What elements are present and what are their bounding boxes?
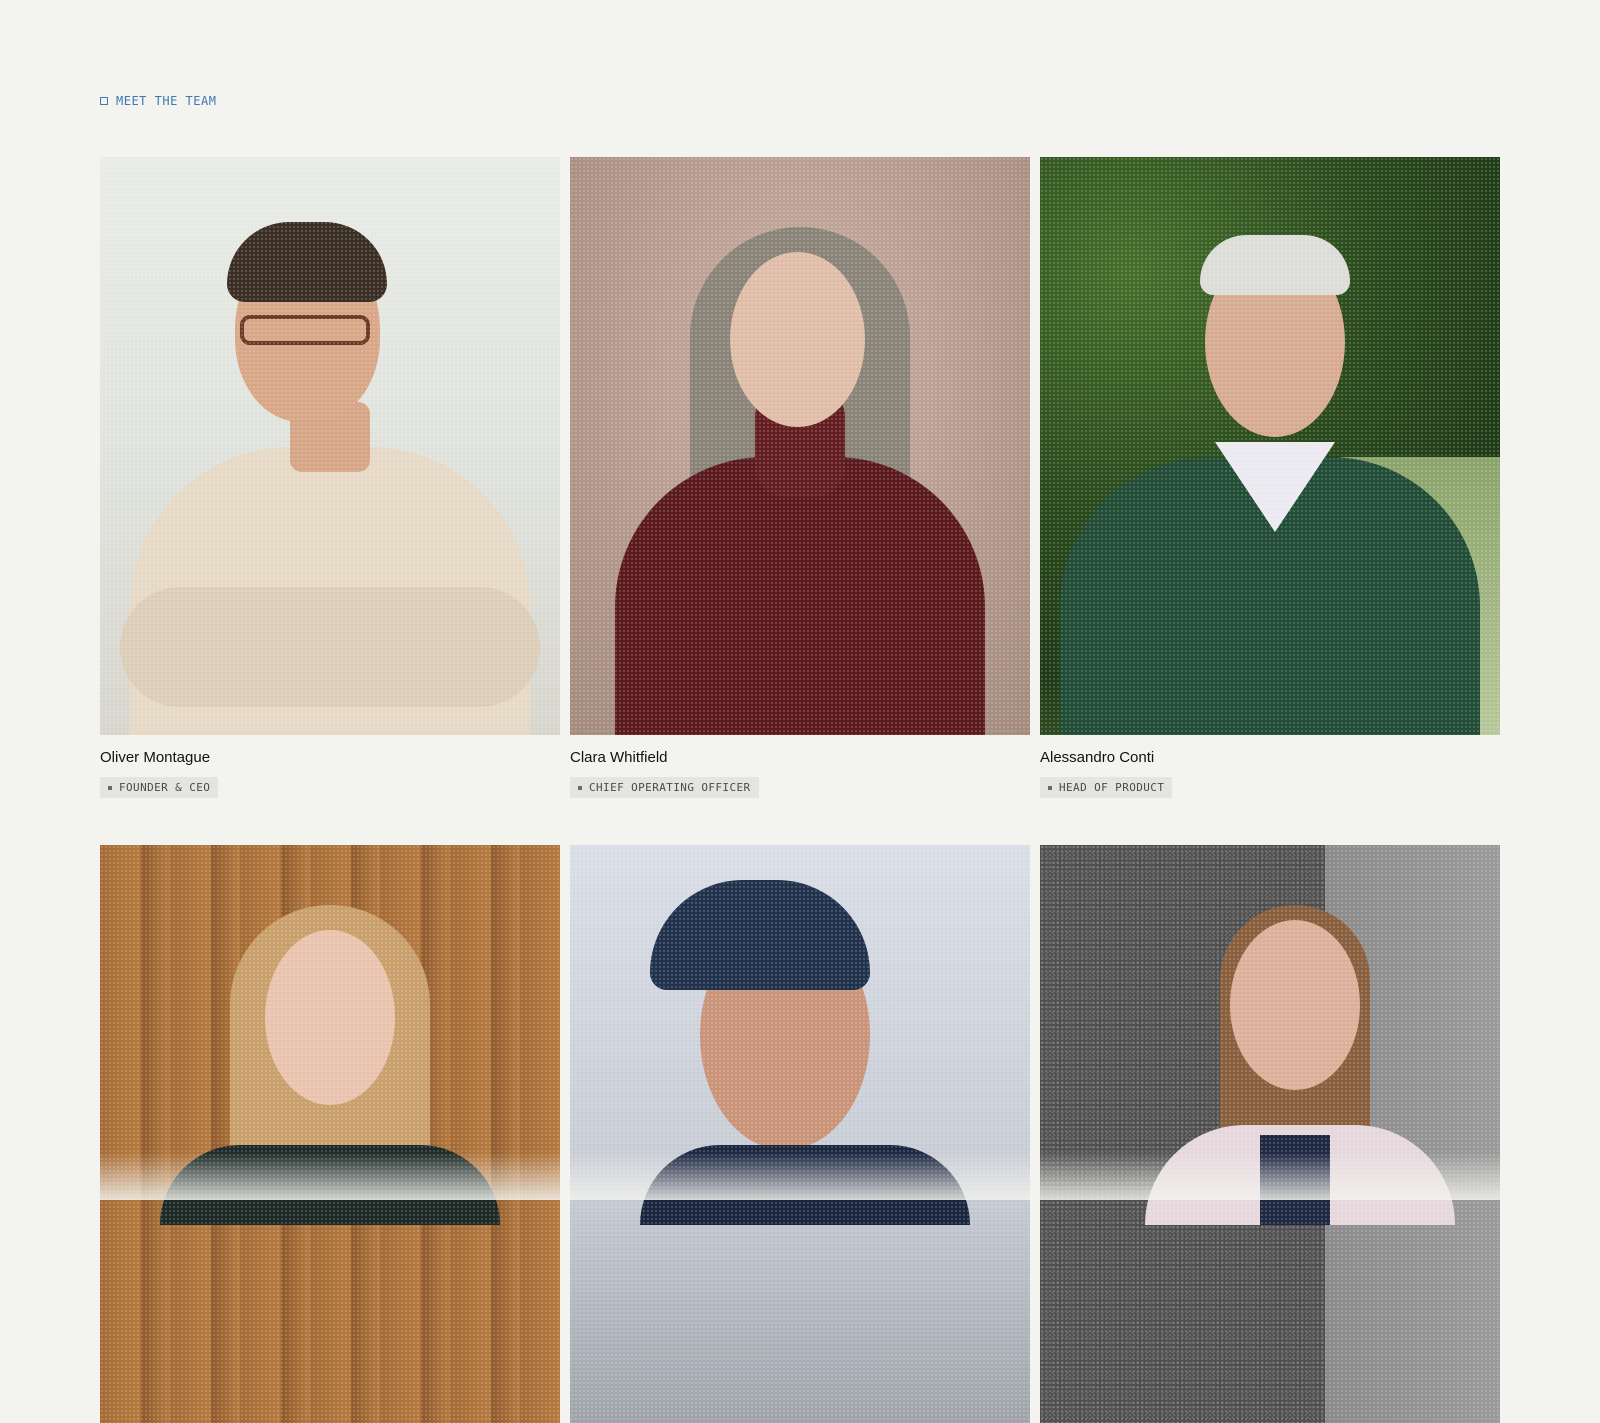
- team-card[interactable]: [100, 845, 560, 1423]
- team-member-role-badge: CHIEF OPERATING OFFICER: [570, 777, 759, 798]
- section-eyebrow: MEET THE TEAM: [100, 94, 216, 108]
- section-eyebrow-label: MEET THE TEAM: [116, 94, 217, 108]
- team-member-photo[interactable]: [1040, 845, 1500, 1423]
- team-grid: Oliver Montague FOUNDER & CEO Clara Whit…: [100, 157, 1500, 1423]
- team-member-name: Alessandro Conti: [1040, 749, 1155, 766]
- bullet-icon: [108, 785, 112, 790]
- team-card[interactable]: Alessandro Conti HEAD OF PRODUCT: [1040, 157, 1500, 798]
- team-card[interactable]: [570, 845, 1030, 1423]
- team-card[interactable]: [1040, 845, 1500, 1423]
- team-member-photo[interactable]: [1040, 157, 1500, 735]
- team-member-name: Clara Whitfield: [570, 749, 668, 766]
- team-member-role-badge: HEAD OF PRODUCT: [1040, 777, 1173, 798]
- bullet-icon: [1048, 785, 1052, 790]
- team-card[interactable]: Oliver Montague FOUNDER & CEO: [100, 157, 560, 798]
- team-member-photo[interactable]: [570, 157, 1030, 735]
- team-member-photo[interactable]: [100, 845, 560, 1423]
- team-card[interactable]: Clara Whitfield CHIEF OPERATING OFFICER: [570, 157, 1030, 798]
- team-member-role: HEAD OF PRODUCT: [1059, 781, 1165, 794]
- team-member-role-badge: FOUNDER & CEO: [100, 777, 219, 798]
- team-member-role: CHIEF OPERATING OFFICER: [589, 781, 751, 794]
- team-member-role: FOUNDER & CEO: [119, 781, 211, 794]
- team-member-name: Oliver Montague: [100, 749, 211, 766]
- team-member-photo[interactable]: [570, 845, 1030, 1423]
- bullet-icon: [578, 785, 582, 790]
- team-member-photo[interactable]: [100, 157, 560, 735]
- square-icon: [100, 97, 108, 105]
